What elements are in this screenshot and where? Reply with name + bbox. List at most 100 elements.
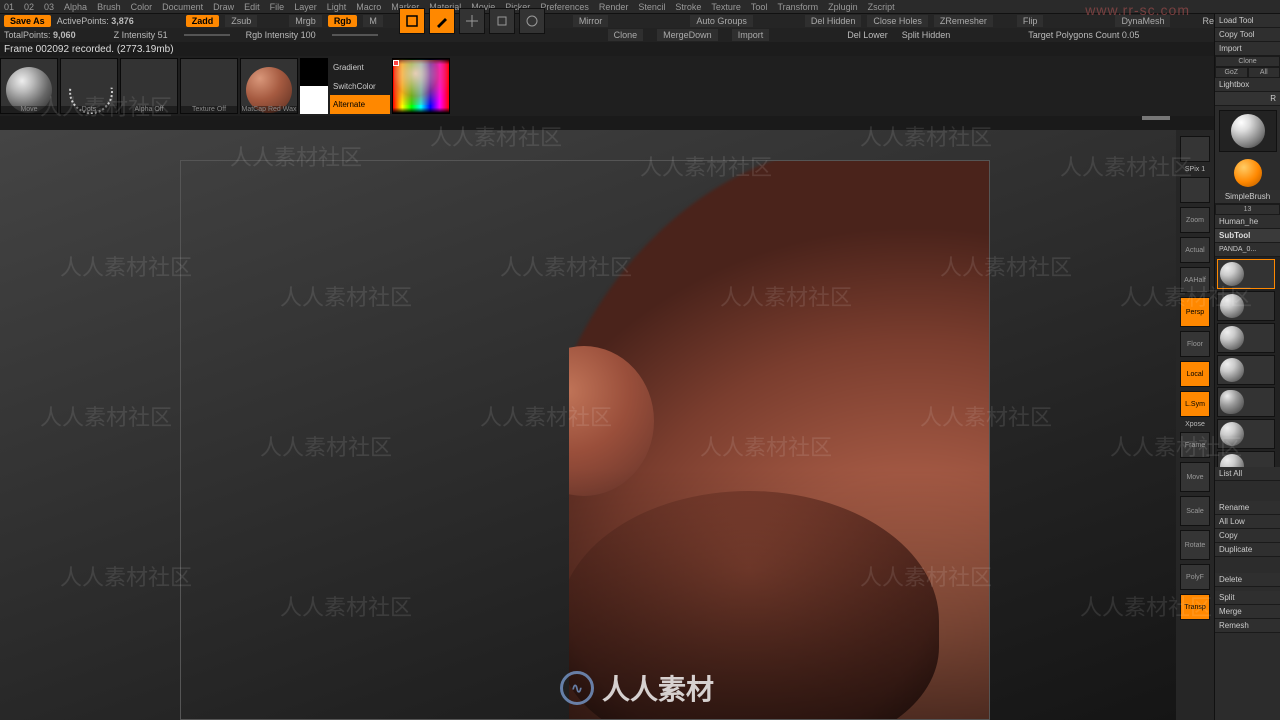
target-poly-label[interactable]: Target Polygons Count 0.05 [1028, 30, 1139, 40]
goz-button[interactable]: GoZ [1215, 67, 1248, 78]
zoom-button[interactable]: Zoom [1180, 207, 1210, 233]
clone-button[interactable]: Clone [608, 29, 644, 41]
menu-item[interactable]: 01 [4, 2, 14, 12]
actual-button[interactable]: Actual [1180, 237, 1210, 263]
subtool-item[interactable] [1217, 259, 1275, 289]
primary-color-icon[interactable] [300, 86, 328, 114]
draw-mode-icon[interactable] [429, 8, 455, 34]
gradient-toggle[interactable]: Gradient [330, 58, 390, 77]
menu-item[interactable]: Document [162, 2, 203, 12]
rename-button[interactable]: Rename [1215, 501, 1280, 515]
list-all-button[interactable]: List All [1215, 467, 1280, 481]
stroke-swatch[interactable]: Dots [60, 58, 118, 114]
move-mode-icon[interactable] [459, 8, 485, 34]
menu-item[interactable]: Alpha [64, 2, 87, 12]
menu-item[interactable]: Tool [751, 2, 768, 12]
spix-label[interactable]: SPix 1 [1185, 166, 1205, 173]
alternate-button[interactable]: Alternate [330, 95, 390, 114]
merge-button[interactable]: Merge [1215, 605, 1280, 619]
local-button[interactable]: Local [1180, 361, 1210, 387]
delete-button[interactable]: Delete [1215, 573, 1280, 587]
rotate-view-button[interactable]: Rotate [1180, 530, 1210, 560]
shelf-scrollbar[interactable] [1142, 116, 1170, 120]
zremesher-button[interactable]: ZRemesher [934, 15, 993, 27]
lsym-button[interactable]: L.Sym [1180, 391, 1210, 417]
model-mesh[interactable] [569, 161, 989, 719]
rgb-intensity-slider[interactable]: Rgb Intensity 100 [246, 30, 316, 40]
secondary-color-icon[interactable] [300, 58, 328, 86]
menu-item[interactable]: Layer [294, 2, 317, 12]
menu-item[interactable]: Texture [711, 2, 741, 12]
brush-swatch[interactable]: Move [0, 58, 58, 114]
switchcolor-button[interactable]: SwitchColor [330, 77, 390, 96]
mrgb-button[interactable]: Mrgb [289, 15, 322, 27]
goz-all-button[interactable]: All [1248, 67, 1280, 78]
mirror-button[interactable]: Mirror [573, 15, 609, 27]
menu-item[interactable]: Transform [777, 2, 818, 12]
subtool-list[interactable] [1215, 257, 1280, 467]
texture-swatch[interactable]: Texture Off [180, 58, 238, 114]
copy-subtool-button[interactable]: Copy [1215, 529, 1280, 543]
persp-button[interactable]: Persp [1180, 297, 1210, 327]
clone-tool-button[interactable]: Clone [1215, 56, 1280, 67]
menu-item[interactable]: File [270, 2, 285, 12]
split-hidden-button[interactable]: Split Hidden [902, 30, 951, 40]
rgb-intensity-track[interactable] [332, 34, 378, 36]
xpose-label[interactable]: Xpose [1185, 421, 1205, 428]
color-picker[interactable] [392, 58, 450, 114]
menu-item[interactable]: Color [131, 2, 153, 12]
del-lower-button[interactable]: Del Lower [847, 30, 888, 40]
menu-item[interactable]: Macro [356, 2, 381, 12]
del-hidden-button[interactable]: Del Hidden [805, 15, 862, 27]
m-button[interactable]: M [363, 15, 383, 27]
auto-groups-button[interactable]: Auto Groups [690, 15, 753, 27]
menu-item[interactable]: Edit [244, 2, 260, 12]
import-button[interactable]: Import [732, 29, 770, 41]
color-picker-cursor-icon[interactable] [393, 60, 399, 66]
split-button[interactable]: Split [1215, 591, 1280, 605]
subtool-item[interactable] [1217, 451, 1275, 467]
subtool-item[interactable] [1217, 323, 1275, 353]
rgb-button[interactable]: Rgb [328, 15, 358, 27]
move-view-button[interactable]: Move [1180, 462, 1210, 492]
menu-item[interactable]: Zscript [868, 2, 895, 12]
menu-item[interactable]: Preferences [540, 2, 589, 12]
duplicate-button[interactable]: Duplicate [1215, 543, 1280, 557]
scroll-button[interactable] [1180, 177, 1210, 203]
remesh-button[interactable]: Remesh [1215, 619, 1280, 633]
color-chip[interactable] [300, 58, 328, 114]
all-low-button[interactable]: All Low [1215, 515, 1280, 529]
zsub-button[interactable]: Zsub [225, 15, 257, 27]
subtool-item[interactable] [1217, 291, 1275, 321]
mergedown-button[interactable]: MergeDown [657, 29, 718, 41]
menu-item[interactable]: Brush [97, 2, 121, 12]
tool-item-label[interactable]: Human_he [1215, 215, 1280, 229]
menu-item[interactable]: 02 [24, 2, 34, 12]
bpr-button[interactable] [1180, 136, 1210, 162]
scale-view-button[interactable]: Scale [1180, 496, 1210, 526]
viewport[interactable] [0, 130, 1176, 720]
edit-mode-icon[interactable] [399, 8, 425, 34]
polyf-button[interactable]: PolyF [1180, 564, 1210, 590]
zadd-button[interactable]: Zadd [186, 15, 220, 27]
menu-item[interactable]: Light [327, 2, 347, 12]
dynamesh-button[interactable]: DynaMesh [1115, 15, 1170, 27]
transp-button[interactable]: Transp [1180, 594, 1210, 620]
alpha-swatch[interactable]: Alpha Off [120, 58, 178, 114]
rotate-mode-icon[interactable] [519, 8, 545, 34]
simplebrush-icon[interactable] [1234, 159, 1262, 187]
menu-item[interactable]: 03 [44, 2, 54, 12]
z-intensity-track[interactable] [184, 34, 230, 36]
flip-button[interactable]: Flip [1017, 15, 1044, 27]
z-intensity-slider[interactable]: Z Intensity 51 [114, 30, 168, 40]
menu-item[interactable]: Zplugin [828, 2, 858, 12]
menu-item[interactable]: Draw [213, 2, 234, 12]
copy-tool-button[interactable]: Copy Tool [1215, 28, 1280, 42]
load-tool-button[interactable]: Load Tool [1215, 14, 1280, 28]
floor-button[interactable]: Floor [1180, 331, 1210, 357]
menu-item[interactable]: Render [599, 2, 629, 12]
menu-item[interactable]: Stencil [638, 2, 665, 12]
save-as-button[interactable]: Save As [4, 15, 51, 27]
menu-item[interactable]: Stroke [675, 2, 701, 12]
subtool-item[interactable] [1217, 387, 1275, 417]
